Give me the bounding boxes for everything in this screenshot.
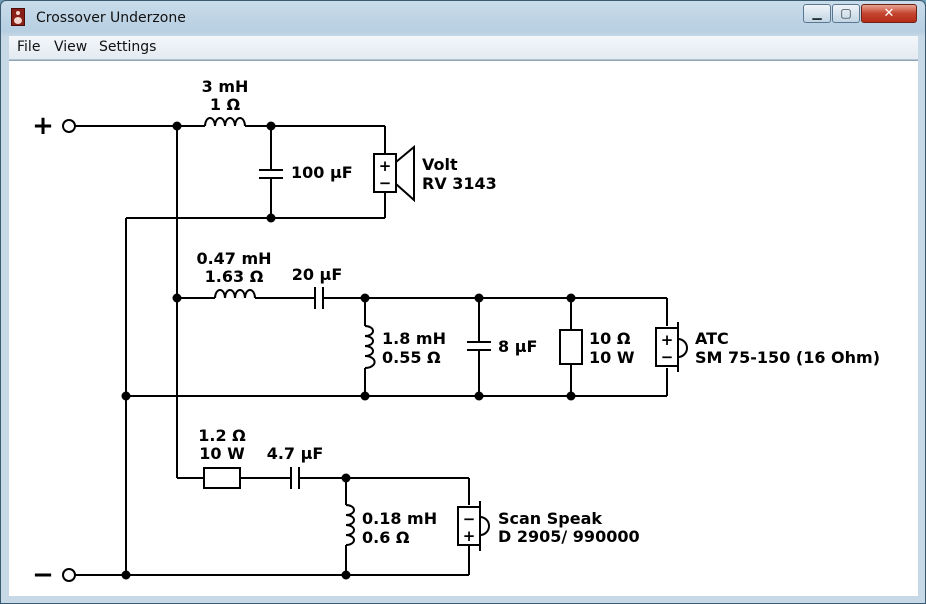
mid-shunt-capacitor-value: 8 μF <box>498 337 537 356</box>
polarity-minus-icon: − <box>379 174 392 192</box>
woofer-driver-model: D 2905/ 990000 <box>498 527 640 546</box>
menu-bar: File View Settings <box>9 36 918 60</box>
junction-dot <box>360 391 370 401</box>
polarity-plus-icon: + <box>463 527 476 545</box>
window-title: Crossover Underzone <box>36 10 186 26</box>
crossover-schematic: + − + − − + + − 3 mH 1 Ω 100 μF Volt RV … <box>32 77 880 590</box>
resistor-mid <box>559 329 583 365</box>
schematic-canvas: + − + − − + + − 3 mH 1 Ω 100 μF Volt RV … <box>9 60 918 596</box>
minimize-icon: ▁ <box>812 6 822 20</box>
close-button[interactable]: ✕ <box>861 4 917 23</box>
polarity-minus-icon: − <box>463 510 476 528</box>
app-window: Crossover Underzone ▁ ▢ ✕ File View Sett… <box>0 0 926 604</box>
woofer-driver-brand: Scan Speak <box>498 509 602 528</box>
mid-shunt-inductor-value: 1.8 mH <box>382 329 446 348</box>
mid-driver-model: SM 75-150 (16 Ohm) <box>695 348 880 367</box>
polarity-minus-icon: − <box>661 348 674 366</box>
inductor-tweeter <box>204 117 246 127</box>
inductor-woofer-shunt <box>345 504 355 546</box>
speaker-icon[interactable] <box>11 8 25 26</box>
junction-dot <box>172 121 182 131</box>
junction-dot <box>341 473 351 483</box>
negative-sign: − <box>32 560 54 590</box>
polarity-plus-icon: + <box>661 331 674 349</box>
junction-dot <box>121 570 131 580</box>
junction-dot <box>121 391 131 401</box>
tweeter-capacitor-value: 100 μF <box>291 163 353 182</box>
mid-series-capacitor-value: 20 μF <box>292 265 343 284</box>
maximize-button[interactable]: ▢ <box>832 4 860 23</box>
junction-dot <box>360 293 370 303</box>
maximize-icon: ▢ <box>840 6 852 20</box>
junction-dot <box>566 391 576 401</box>
junction-dot <box>341 570 351 580</box>
woofer-resistor-power: 10 W <box>199 444 245 463</box>
speaker-cone-icon <box>395 144 415 203</box>
title-bar[interactable]: Crossover Underzone ▁ ▢ ✕ <box>1 1 925 35</box>
junction-dot <box>266 121 276 131</box>
speaker-dome-icon <box>479 516 490 536</box>
tweeter-driver-model: RV 3143 <box>422 174 497 193</box>
mid-shunt-inductor-resistance: 0.55 Ω <box>382 348 441 367</box>
woofer-shunt-inductor-resistance: 0.6 Ω <box>362 528 410 547</box>
positive-terminal[interactable] <box>62 119 76 133</box>
menu-view[interactable]: View <box>54 39 87 55</box>
woofer-resistor-value: 1.2 Ω <box>198 426 246 445</box>
speaker-dome-icon <box>677 338 688 358</box>
inductor-mid-shunt <box>364 325 376 369</box>
mid-inductor-value: 0.47 mH <box>196 249 271 268</box>
junction-dot <box>474 293 484 303</box>
junction-dot <box>172 293 182 303</box>
junction-dot <box>474 391 484 401</box>
junction-dot <box>566 293 576 303</box>
junction-dot <box>266 213 276 223</box>
woofer-shunt-inductor-value: 0.18 mH <box>362 509 437 528</box>
tweeter-inductor-value: 3 mH <box>202 77 249 96</box>
mid-resistor-power: 10 W <box>589 348 635 367</box>
mid-driver-brand: ATC <box>695 329 729 348</box>
mid-resistor-value: 10 Ω <box>589 329 631 348</box>
polarity-plus-icon: + <box>379 157 392 175</box>
woofer-capacitor-value: 4.7 μF <box>267 444 324 463</box>
inductor-mid <box>214 289 256 299</box>
close-icon: ✕ <box>883 6 895 21</box>
resistor-woofer <box>203 467 241 489</box>
positive-sign: + <box>32 111 54 141</box>
tweeter-inductor-resistance: 1 Ω <box>210 95 241 114</box>
negative-terminal[interactable] <box>62 568 76 582</box>
tweeter-driver-brand: Volt <box>422 155 458 174</box>
minimize-button[interactable]: ▁ <box>803 4 831 23</box>
mid-inductor-resistance: 1.63 Ω <box>205 267 264 286</box>
menu-settings[interactable]: Settings <box>99 39 156 55</box>
menu-file[interactable]: File <box>17 39 40 55</box>
